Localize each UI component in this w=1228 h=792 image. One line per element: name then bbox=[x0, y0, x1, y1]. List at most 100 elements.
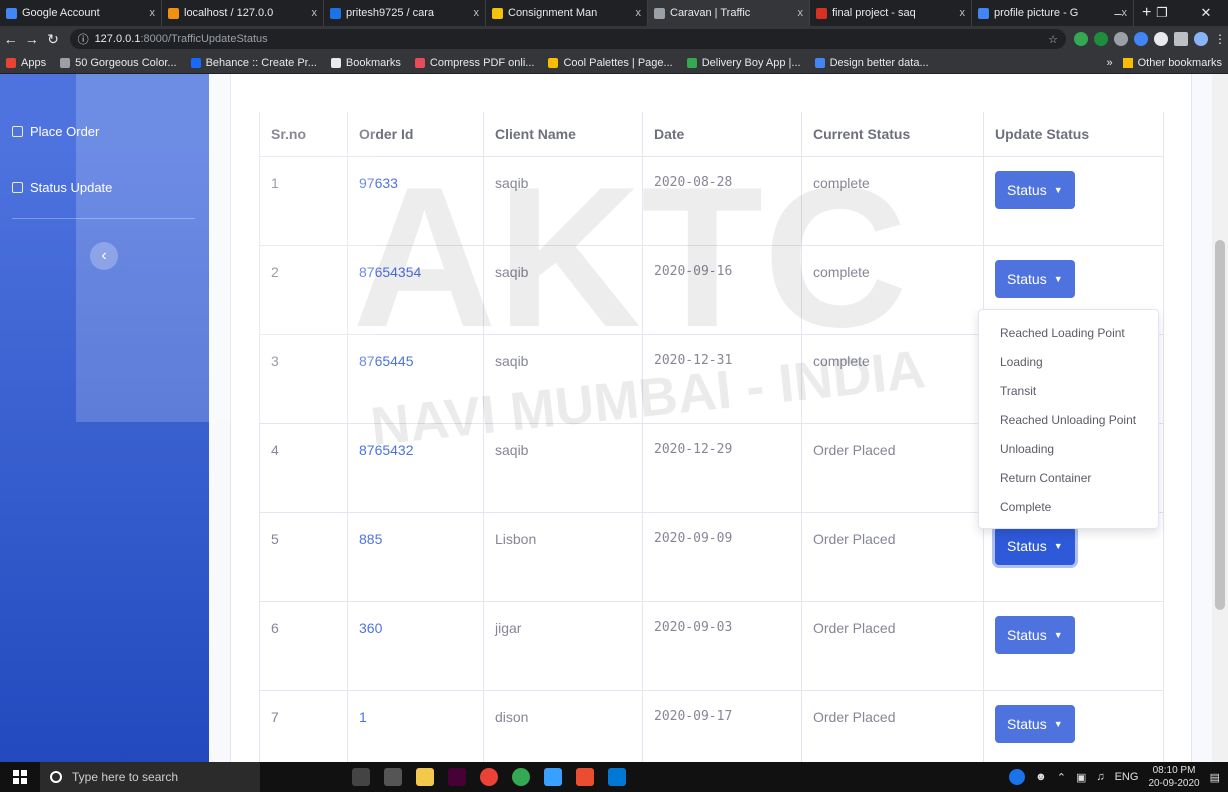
bookmark-label: 50 Gorgeous Color... bbox=[75, 56, 177, 69]
order-id-link[interactable]: 97633 bbox=[359, 175, 398, 191]
chrome-canary-icon[interactable] bbox=[512, 768, 530, 786]
order-id-link[interactable]: 360 bbox=[359, 620, 382, 636]
extension-icon[interactable] bbox=[1094, 32, 1108, 46]
bookmark-link[interactable]: Delivery Boy App |... bbox=[686, 57, 801, 69]
table-cell-date: 2020-12-29 bbox=[642, 422, 802, 513]
network-icon[interactable]: ▣ bbox=[1076, 771, 1086, 784]
page-scrollbar[interactable] bbox=[1212, 74, 1228, 762]
clock[interactable]: 08:10 PM 20-09-2020 bbox=[1148, 764, 1199, 790]
bookmark-link[interactable]: Compress PDF onli... bbox=[414, 57, 534, 69]
tray-chevron-icon[interactable]: ⌃ bbox=[1057, 771, 1066, 784]
help-icon[interactable] bbox=[1009, 769, 1026, 785]
info-icon[interactable]: ⓘ bbox=[78, 31, 89, 47]
browser-tab[interactable]: final project - saq x bbox=[810, 0, 972, 26]
sidebar-item-place-order[interactable]: Place Order bbox=[12, 124, 99, 139]
bookmark-link[interactable]: Bookmarks bbox=[330, 57, 401, 69]
dropdown-item[interactable]: Complete bbox=[979, 492, 1158, 521]
extension-icon[interactable] bbox=[1074, 32, 1088, 46]
other-bookmarks-link[interactable]: Other bookmarks bbox=[1138, 57, 1222, 69]
vscode-icon[interactable] bbox=[608, 768, 626, 786]
tab-close-icon[interactable]: x bbox=[960, 7, 966, 19]
tab-close-icon[interactable]: x bbox=[312, 7, 318, 19]
status-dropdown-button[interactable]: Status ▼ bbox=[995, 526, 1075, 565]
order-id-link[interactable]: 1 bbox=[359, 709, 367, 725]
dropdown-item[interactable]: Reached Loading Point bbox=[979, 318, 1158, 347]
table-cell-order-id: 97633 bbox=[347, 155, 484, 246]
profile-avatar-icon[interactable] bbox=[1154, 32, 1168, 46]
sidebar-item-status-update[interactable]: Status Update bbox=[12, 180, 112, 195]
browser-tab[interactable]: Consignment Man x bbox=[486, 0, 648, 26]
bookmark-favicon-icon bbox=[330, 57, 341, 68]
status-dropdown-button[interactable]: Status ▼ bbox=[995, 259, 1075, 298]
extension-icon[interactable] bbox=[1134, 32, 1148, 46]
back-arrow-icon[interactable]: ← bbox=[0, 26, 21, 52]
browser-tab[interactable]: Caravan | Traffic x bbox=[648, 0, 810, 26]
task-view-icon[interactable] bbox=[384, 768, 402, 786]
tab-close-icon[interactable]: x bbox=[636, 7, 642, 19]
git-icon[interactable] bbox=[576, 768, 594, 786]
dropdown-item[interactable]: Loading bbox=[979, 347, 1158, 376]
restore-icon[interactable]: ❐ bbox=[1140, 0, 1184, 26]
sidebar-item-label: Status Update bbox=[30, 180, 113, 195]
order-id-link[interactable]: 8765445 bbox=[359, 353, 414, 369]
adobe-xd-icon[interactable] bbox=[448, 768, 466, 786]
tab-close-icon[interactable]: x bbox=[150, 7, 156, 19]
cell-text: 6 bbox=[271, 619, 279, 636]
reload-icon[interactable]: ↻ bbox=[42, 26, 63, 52]
more-bookmarks-button[interactable]: » bbox=[1107, 57, 1113, 69]
bookmark-favicon-icon bbox=[6, 57, 16, 68]
order-id-link[interactable]: 885 bbox=[359, 531, 382, 547]
column-header: Order Id bbox=[347, 112, 484, 157]
minimize-icon[interactable]: – bbox=[1096, 0, 1140, 26]
dropdown-item[interactable]: Return Container bbox=[979, 463, 1158, 492]
scrollbar-thumb[interactable] bbox=[1215, 240, 1225, 610]
status-dropdown-button[interactable]: Status ▼ bbox=[995, 615, 1075, 654]
bookmark-link[interactable]: Design better data... bbox=[814, 57, 929, 69]
url-input[interactable]: ⓘ 127.0.0.1 :8000/TrafficUpdateStatus ☆ bbox=[69, 29, 1066, 49]
people-icon[interactable]: ☻ bbox=[1035, 771, 1047, 783]
app-icon[interactable] bbox=[544, 768, 562, 786]
forward-arrow-icon[interactable]: → bbox=[21, 26, 42, 52]
order-id-link[interactable]: 8765432 bbox=[359, 442, 414, 458]
bookmark-link[interactable]: Behance :: Create Pr... bbox=[190, 57, 317, 69]
volume-icon[interactable]: ♫ bbox=[1096, 771, 1104, 783]
cell-text: 2020-09-16 bbox=[654, 263, 733, 279]
extension-icon[interactable] bbox=[1114, 32, 1128, 46]
chrome-icon[interactable] bbox=[480, 768, 498, 786]
status-dropdown-button[interactable]: Status ▼ bbox=[995, 704, 1075, 743]
close-window-icon[interactable]: ✕ bbox=[1184, 0, 1228, 26]
tab-close-icon[interactable]: x bbox=[798, 7, 804, 19]
bookmark-link[interactable]: Apps bbox=[6, 57, 46, 69]
account-avatar[interactable] bbox=[1194, 32, 1208, 46]
tab-close-icon[interactable]: x bbox=[474, 7, 480, 19]
menu-kebab-icon[interactable]: ⋮ bbox=[1214, 32, 1228, 46]
language-indicator[interactable]: ENG bbox=[1115, 771, 1139, 783]
table-cell-client: saqib bbox=[483, 333, 643, 424]
cell-text: 1 bbox=[271, 174, 279, 191]
dropdown-item[interactable]: Reached Unloading Point bbox=[979, 405, 1158, 434]
order-id-link[interactable]: 87654354 bbox=[359, 264, 421, 280]
column-header: Sr.no bbox=[259, 112, 348, 157]
windows-start-icon[interactable] bbox=[0, 762, 40, 792]
table-cell-sr: 3 bbox=[259, 333, 348, 424]
notifications-icon[interactable]: ▤ bbox=[1210, 771, 1220, 784]
bookmark-star-icon[interactable]: ☆ bbox=[1048, 33, 1058, 46]
bookmark-link[interactable]: Cool Palettes | Page... bbox=[548, 56, 673, 69]
browser-tab[interactable]: localhost / 127.0.0 x bbox=[162, 0, 324, 26]
table-cell-sr: 4 bbox=[259, 422, 348, 513]
dropdown-item[interactable]: Transit bbox=[979, 376, 1158, 405]
taskbar-search-input[interactable]: Type here to search bbox=[40, 762, 260, 792]
browser-tab[interactable]: Google Account x bbox=[0, 0, 162, 26]
status-dropdown-button[interactable]: Status ▼ bbox=[995, 170, 1075, 209]
bookmark-label: Cool Palettes | Page... bbox=[563, 56, 673, 69]
browser-tab[interactable]: pritesh9725 / cara x bbox=[324, 0, 486, 26]
bookmark-link[interactable]: 50 Gorgeous Color... bbox=[60, 57, 177, 69]
file-explorer-icon[interactable] bbox=[416, 768, 434, 786]
table-cell-order-id: 360 bbox=[347, 600, 484, 691]
puzzle-icon[interactable] bbox=[1174, 32, 1188, 46]
sidebar-toggle-button[interactable]: ‹ bbox=[90, 242, 118, 270]
dropdown-item[interactable]: Unloading bbox=[979, 434, 1158, 463]
table-cell-date: 2020-09-03 bbox=[642, 600, 802, 691]
tab-label: Google Account bbox=[22, 7, 100, 19]
microphone-icon[interactable] bbox=[352, 768, 370, 786]
